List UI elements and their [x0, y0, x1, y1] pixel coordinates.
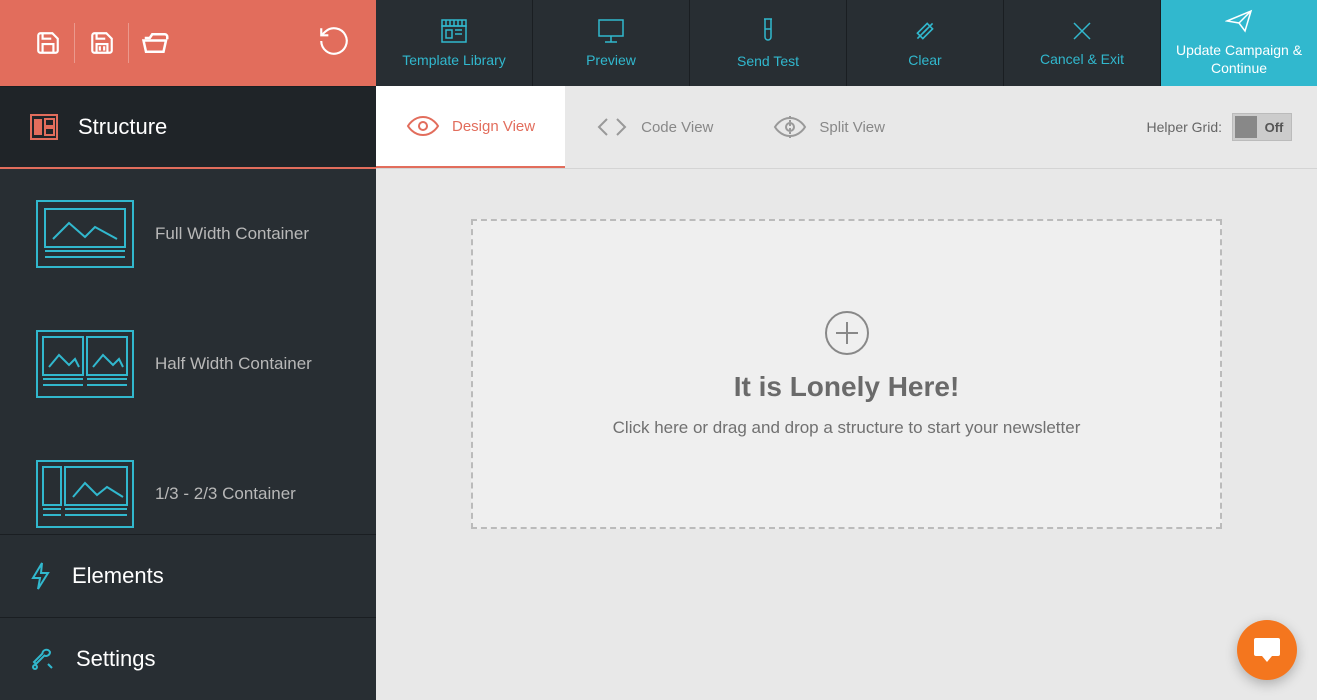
open-button[interactable] — [133, 18, 178, 68]
design-view-label: Design View — [452, 118, 535, 135]
code-icon — [595, 115, 629, 139]
sidebar-section-structure[interactable]: Structure — [0, 86, 376, 169]
structure-label: Structure — [78, 114, 167, 140]
component-half-width[interactable]: Half Width Container — [0, 299, 376, 429]
one-third-icon — [35, 459, 135, 529]
split-icon — [773, 115, 807, 139]
view-tabs: Design View Code View Split View Helper … — [376, 86, 1317, 169]
template-library-button[interactable]: Template Library — [376, 0, 533, 86]
send-test-button[interactable]: Send Test — [690, 0, 847, 86]
preview-label: Preview — [586, 52, 636, 68]
save-icon — [35, 30, 61, 56]
undo-button[interactable] — [317, 24, 351, 63]
half-width-icon — [35, 329, 135, 399]
elements-icon — [30, 561, 52, 591]
structure-icon — [30, 114, 58, 140]
elements-label: Elements — [72, 563, 164, 589]
cancel-exit-button[interactable]: Cancel & Exit — [1004, 0, 1161, 86]
eye-icon — [406, 114, 440, 138]
cancel-exit-label: Cancel & Exit — [1040, 51, 1124, 67]
library-icon — [440, 18, 468, 44]
clear-button[interactable]: Clear — [847, 0, 1004, 86]
empty-dropzone[interactable]: It is Lonely Here! Click here or drag an… — [471, 219, 1222, 529]
close-icon — [1070, 19, 1094, 43]
update-continue-label: Update Campaign & Continue — [1161, 41, 1317, 77]
main-panel: Design View Code View Split View Helper … — [376, 86, 1317, 700]
component-one-third-two-third[interactable]: 1/3 - 2/3 Container — [0, 429, 376, 534]
toggle-state-label: Off — [1257, 120, 1291, 135]
send-test-label: Send Test — [737, 53, 799, 69]
save-button[interactable] — [25, 18, 70, 68]
main-actions: Template Library Preview Send Test Clear… — [376, 0, 1317, 86]
plus-circle-icon — [824, 310, 870, 356]
tab-design-view[interactable]: Design View — [376, 86, 565, 168]
chat-icon — [1252, 636, 1282, 664]
template-library-label: Template Library — [402, 52, 506, 68]
file-actions-panel — [0, 0, 376, 86]
save-as-button[interactable] — [79, 18, 124, 68]
sidebar-section-settings[interactable]: Settings — [0, 617, 376, 700]
divider — [128, 23, 129, 63]
toggle-knob — [1235, 116, 1257, 138]
helper-grid-control: Helper Grid: Off — [1147, 86, 1317, 168]
helper-grid-label: Helper Grid: — [1147, 119, 1222, 135]
folder-open-icon — [141, 30, 171, 56]
divider — [74, 23, 75, 63]
chat-support-button[interactable] — [1237, 620, 1297, 680]
split-view-label: Split View — [819, 119, 885, 136]
sidebar-components-list[interactable]: Full Width Container Half Width Containe… — [0, 169, 376, 534]
component-label: 1/3 - 2/3 Container — [155, 482, 296, 506]
sidebar-section-elements[interactable]: Elements — [0, 534, 376, 617]
top-toolbar: Template Library Preview Send Test Clear… — [0, 0, 1317, 86]
tab-split-view[interactable]: Split View — [743, 86, 915, 168]
tab-code-view[interactable]: Code View — [565, 86, 743, 168]
code-view-label: Code View — [641, 119, 713, 136]
editor-canvas: It is Lonely Here! Click here or drag an… — [376, 169, 1317, 700]
settings-icon — [30, 646, 56, 672]
empty-subtitle: Click here or drag and drop a structure … — [613, 418, 1081, 438]
component-label: Half Width Container — [155, 352, 312, 376]
save-as-icon — [89, 30, 115, 56]
test-tube-icon — [759, 17, 777, 45]
send-icon — [1225, 9, 1253, 33]
helper-grid-toggle[interactable]: Off — [1232, 113, 1292, 141]
component-label: Full Width Container — [155, 222, 309, 246]
full-width-icon — [35, 199, 135, 269]
settings-label: Settings — [76, 646, 156, 672]
preview-button[interactable]: Preview — [533, 0, 690, 86]
empty-title: It is Lonely Here! — [734, 371, 960, 403]
clear-label: Clear — [908, 52, 941, 68]
undo-icon — [317, 24, 351, 58]
clear-icon — [912, 18, 938, 44]
main-layout: Structure Full Width Container Half Widt… — [0, 86, 1317, 700]
file-icons-group — [0, 18, 178, 68]
component-full-width[interactable]: Full Width Container — [0, 169, 376, 299]
preview-icon — [597, 18, 625, 44]
sidebar: Structure Full Width Container Half Widt… — [0, 86, 376, 700]
update-continue-button[interactable]: Update Campaign & Continue — [1161, 0, 1317, 86]
